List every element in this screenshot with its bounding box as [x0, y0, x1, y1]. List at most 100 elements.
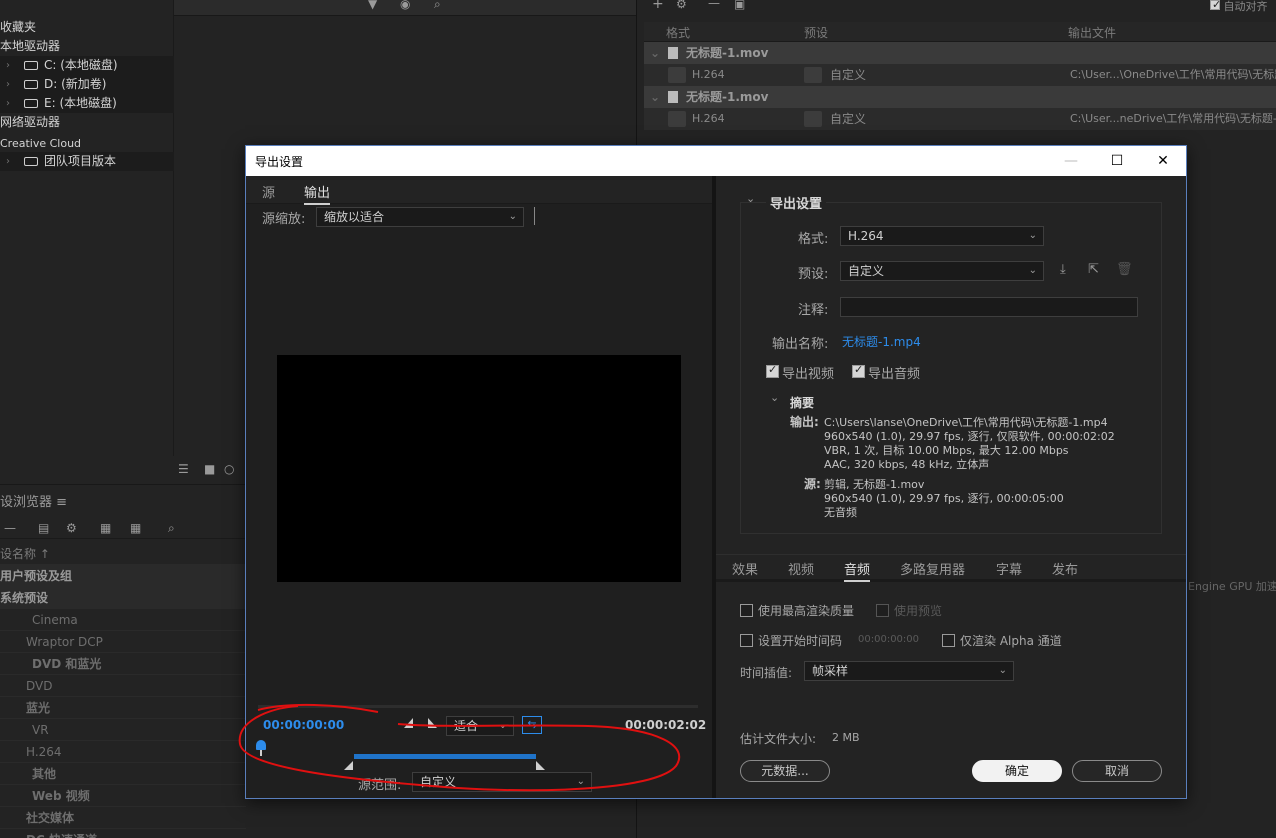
max-render-quality-checkbox[interactable] — [740, 604, 753, 617]
chevron-down-icon[interactable]: ⌄ — [650, 42, 660, 64]
preset-item[interactable]: DVD — [0, 675, 246, 697]
chevron-right-icon[interactable]: › — [6, 152, 10, 171]
close-icon[interactable]: ✕ — [1140, 146, 1186, 176]
tab-video[interactable]: 视频 — [788, 559, 814, 578]
tab-publish[interactable]: 发布 — [1052, 559, 1078, 578]
column-format[interactable]: 格式 — [666, 24, 690, 41]
cancel-button[interactable]: 取消 — [1072, 760, 1162, 782]
import-preset-icon[interactable]: ⇱ — [1088, 262, 1099, 277]
preset-item[interactable]: 蓝光 — [0, 697, 246, 719]
tree-network-drives[interactable]: 网络驱动器 — [0, 113, 174, 132]
preset-item[interactable]: H.264 — [0, 741, 246, 763]
tree-drive-d[interactable]: › D: (新加卷) — [0, 75, 174, 94]
minimize-icon[interactable]: — — [1048, 146, 1094, 176]
tree-drive-c[interactable]: › C: (本地磁盘) — [0, 56, 174, 75]
tab-audio[interactable]: 音频 — [844, 559, 871, 582]
auto-align-option[interactable]: 自动对齐 — [1210, 0, 1268, 14]
preset-item[interactable]: Wraptor DCP — [0, 631, 246, 653]
auto-align-checkbox[interactable] — [1210, 0, 1221, 11]
column-preset[interactable]: 预设 — [804, 24, 828, 41]
tab-captions[interactable]: 字幕 — [996, 559, 1022, 578]
list-view-icon[interactable]: ☰ — [178, 462, 189, 476]
set-start-timecode-label[interactable]: 设置开始时间码 — [758, 632, 842, 649]
tree-creative-cloud[interactable]: Creative Cloud — [0, 134, 174, 153]
view-icon[interactable]: ◉ — [400, 0, 410, 11]
column-output[interactable]: 输出文件 — [1068, 24, 1116, 41]
filter-icon[interactable]: ▼ — [368, 0, 377, 11]
source-range-select[interactable]: 自定义 ⌄ — [412, 772, 592, 792]
preset-select[interactable]: 自定义 ⌄ — [840, 261, 1044, 281]
tree-team-project[interactable]: › 团队项目版本 — [0, 152, 174, 171]
tree-drive-e[interactable]: › E: (本地磁盘) — [0, 94, 174, 113]
queue-preset[interactable]: 自定义 — [830, 64, 866, 86]
summary-title[interactable]: 摘要 — [790, 394, 814, 411]
max-render-quality-label[interactable]: 使用最高渲染质量 — [758, 602, 854, 619]
preset-group-system[interactable]: 系统预设 — [0, 587, 246, 609]
save-preset-icon[interactable]: ⤓ — [1060, 262, 1066, 277]
thumbnail-view-icon[interactable]: ■ — [204, 462, 215, 476]
render-alpha-label[interactable]: 仅渲染 Alpha 通道 — [960, 632, 1062, 649]
metadata-button[interactable]: 元数据... — [740, 760, 830, 782]
queue-format[interactable]: H.264 — [692, 64, 725, 86]
set-out-point-icon[interactable] — [428, 718, 437, 728]
preset-item[interactable]: VR — [0, 719, 246, 741]
preset-item[interactable]: 社交媒体 — [0, 807, 246, 829]
queue-source-row[interactable]: ⌄ 无标题-1.mov — [644, 86, 1276, 108]
set-start-timecode-checkbox[interactable] — [740, 634, 753, 647]
preset-item[interactable]: Web 视频 — [0, 785, 246, 807]
queue-output-path[interactable]: C:\User...neDrive\工作\常用代码\无标题-1.mp4 — [1070, 108, 1276, 130]
preset-item[interactable]: 其他 — [0, 763, 246, 785]
import-preset-icon[interactable]: ▦ — [100, 521, 111, 535]
maximize-icon[interactable]: ☐ — [1094, 146, 1140, 176]
export-audio-label[interactable]: 导出音频 — [868, 363, 920, 382]
source-range-bar[interactable] — [354, 754, 536, 759]
format-select[interactable]: H.264 ⌄ — [840, 226, 1044, 246]
chevron-right-icon[interactable]: › — [6, 75, 10, 94]
chevron-down-icon[interactable]: ⌄ — [770, 391, 779, 404]
format-dropdown-icon[interactable] — [668, 111, 686, 127]
queue-output-row[interactable]: H.264 自定义 C:\User...\OneDrive\工作\常用代码\无标… — [644, 64, 1276, 86]
output-name-link[interactable]: 无标题-1.mp4 — [842, 333, 921, 350]
chevron-right-icon[interactable]: › — [6, 56, 10, 75]
search-icon[interactable]: ⌕ — [168, 521, 175, 536]
export-settings-title[interactable]: 导出设置 — [766, 193, 827, 212]
chevron-down-icon[interactable]: ⌄ — [650, 86, 660, 108]
aspect-correction-icon[interactable]: ⇆ — [522, 716, 542, 734]
fit-zoom-select[interactable]: 适合 ⌄ — [446, 716, 514, 736]
export-video-checkbox[interactable] — [766, 363, 779, 378]
format-dropdown-icon[interactable] — [668, 67, 686, 83]
queue-output-path[interactable]: C:\User...\OneDrive\工作\常用代码\无标题-1.mp4 — [1070, 64, 1276, 86]
range-in-handle[interactable] — [344, 761, 353, 770]
remove-preset-icon[interactable]: — — [4, 521, 16, 535]
queue-format[interactable]: H.264 — [692, 108, 725, 130]
tree-favorites[interactable]: 收藏夹 — [0, 18, 174, 37]
tab-effects[interactable]: 效果 — [732, 559, 758, 578]
dialog-titlebar[interactable]: 导出设置 — ☐ ✕ — [246, 146, 1186, 176]
duplicate-icon[interactable]: ▣ — [734, 0, 745, 11]
preset-name-column-header[interactable]: 设名称 ↑ — [0, 543, 246, 565]
playhead[interactable] — [256, 740, 268, 756]
settings-icon[interactable]: ⚙ — [676, 0, 687, 11]
preset-item[interactable]: DVD 和蓝光 — [0, 653, 246, 675]
splitter-handle[interactable] — [534, 207, 535, 225]
tab-multiplexer[interactable]: 多路复用器 — [900, 559, 965, 578]
export-audio-checkbox[interactable] — [852, 363, 865, 378]
add-icon[interactable]: + — [652, 0, 664, 12]
panel-menu-icon[interactable]: ≡ — [56, 495, 67, 510]
chevron-down-icon[interactable]: ⌄ — [746, 192, 755, 205]
preset-dropdown-icon[interactable] — [804, 111, 822, 127]
zoom-slider-icon[interactable]: ○ — [224, 462, 234, 476]
preset-dropdown-icon[interactable] — [804, 67, 822, 83]
tree-local-drives[interactable]: 本地驱动器 — [0, 37, 174, 56]
range-out-handle[interactable] — [536, 761, 545, 770]
new-group-icon[interactable]: ▤ — [38, 521, 49, 535]
comment-input[interactable] — [840, 297, 1138, 317]
preset-settings-icon[interactable]: ⚙ — [66, 521, 77, 535]
tab-output[interactable]: 输出 — [304, 182, 331, 205]
ok-button[interactable]: 确定 — [972, 760, 1062, 782]
preset-group-user[interactable]: 用户预设及组 — [0, 565, 246, 587]
preview-scrub-strip[interactable] — [258, 705, 698, 708]
chevron-right-icon[interactable]: › — [6, 94, 10, 113]
queue-source-row[interactable]: ⌄ 无标题-1.mov — [644, 42, 1276, 64]
source-scale-select[interactable]: 缩放以适合 ⌄ — [316, 207, 524, 227]
